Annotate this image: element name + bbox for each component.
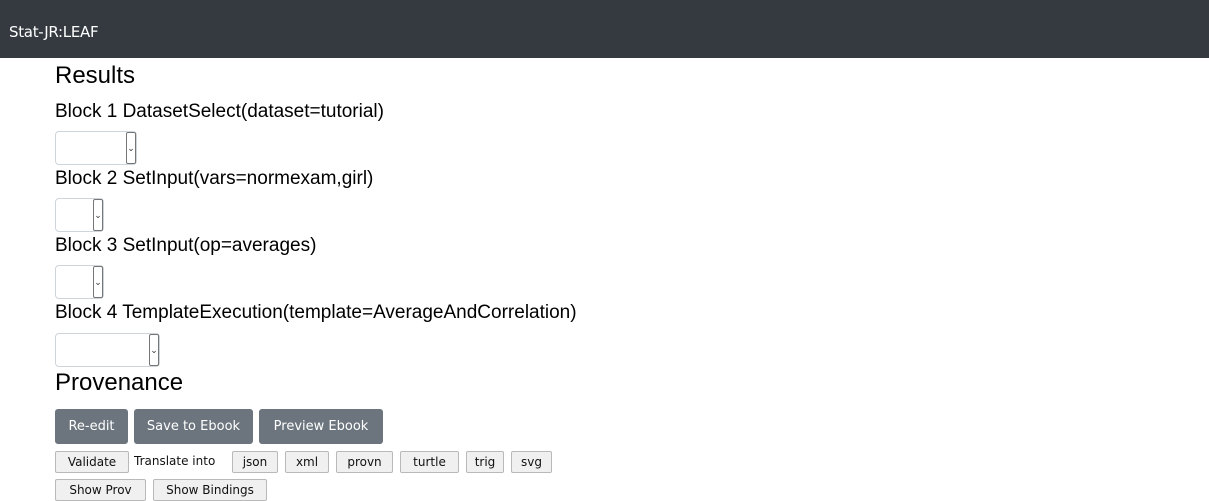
- translate-turtle-button[interactable]: turtle: [400, 451, 459, 473]
- translate-into-label: Translate into: [134, 454, 216, 468]
- results-heading: Results: [55, 62, 136, 89]
- brand-title[interactable]: Stat-JR:LEAF: [9, 23, 99, 41]
- translate-provn-button[interactable]: provn: [336, 451, 393, 473]
- block-2-select[interactable]: ⌄: [55, 198, 104, 232]
- validate-button[interactable]: Validate: [55, 451, 129, 473]
- translate-xml-button[interactable]: xml: [285, 451, 329, 473]
- chevron-down-icon: ⌄: [126, 132, 136, 164]
- translate-json-button[interactable]: json: [232, 451, 278, 473]
- chevron-down-icon: ⌄: [149, 334, 159, 366]
- top-navbar: Stat-JR:LEAF: [0, 0, 1209, 58]
- block-3-select[interactable]: ⌄: [55, 265, 104, 299]
- block-4-select[interactable]: ⌄: [55, 333, 160, 367]
- show-bindings-button[interactable]: Show Bindings: [153, 479, 267, 501]
- block-4-title: Block 4 TemplateExecution(template=Avera…: [55, 302, 577, 323]
- provenance-heading: Provenance: [55, 369, 184, 396]
- block-1-select[interactable]: ⌄: [55, 131, 137, 165]
- chevron-down-icon: ⌄: [93, 199, 103, 231]
- show-prov-button[interactable]: Show Prov: [55, 479, 146, 501]
- translate-svg-button[interactable]: svg: [511, 451, 552, 473]
- block-3-title: Block 3 SetInput(op=averages): [55, 235, 317, 256]
- block-2-title: Block 2 SetInput(vars=normexam,girl): [55, 168, 374, 189]
- save-to-ebook-button[interactable]: Save to Ebook: [134, 409, 253, 444]
- reedit-button[interactable]: Re-edit: [55, 409, 128, 444]
- block-1-title: Block 1 DatasetSelect(dataset=tutorial): [55, 101, 384, 122]
- chevron-down-icon: ⌄: [93, 266, 103, 298]
- preview-ebook-button[interactable]: Preview Ebook: [259, 409, 383, 444]
- translate-trig-button[interactable]: trig: [466, 451, 504, 473]
